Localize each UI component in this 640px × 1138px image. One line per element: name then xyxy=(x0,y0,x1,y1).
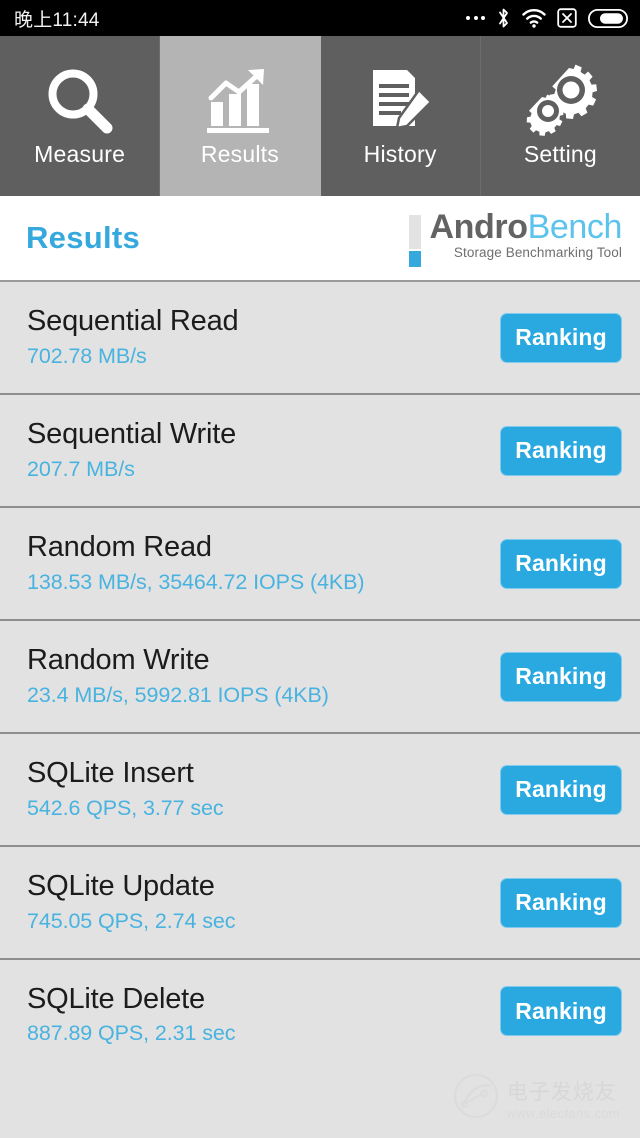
more-dots-icon xyxy=(466,16,485,20)
status-bar: 晚上11:44 xyxy=(0,0,640,36)
table-row[interactable]: SQLite Update 745.05 QPS, 2.74 sec Ranki… xyxy=(0,847,640,960)
ranking-button[interactable]: Ranking xyxy=(500,764,622,815)
main-tab-bar: Measure Results History Setting xyxy=(0,36,640,196)
app-screen: 晚上11:44 Measure Results History Setting … xyxy=(0,0,640,1138)
wifi-icon xyxy=(522,8,546,28)
table-row[interactable]: SQLite Delete 887.89 QPS, 2.31 sec Ranki… xyxy=(0,960,640,1071)
result-title: Random Read xyxy=(27,531,212,564)
ranking-button[interactable]: Ranking xyxy=(500,651,622,702)
result-title: SQLite Insert xyxy=(27,757,194,790)
logo-bar-icon xyxy=(408,214,421,267)
elecfans-logo-icon xyxy=(453,1073,499,1124)
result-value: 887.89 QPS, 2.31 sec xyxy=(27,1021,236,1046)
tab-results-label: Results xyxy=(200,141,279,167)
watermark-text: 电子发烧友 xyxy=(506,1080,617,1104)
ranking-button[interactable]: Ranking xyxy=(500,538,622,589)
result-title: Sequential Read xyxy=(27,305,239,338)
tab-measure[interactable]: Measure xyxy=(0,36,161,196)
ranking-button[interactable]: Ranking xyxy=(500,312,622,363)
page-title: Results xyxy=(26,220,141,255)
watermark-url: www.elecfans.com xyxy=(506,1107,620,1121)
bluetooth-icon xyxy=(496,7,511,29)
tab-history-label: History xyxy=(363,141,437,167)
result-title: SQLite Update xyxy=(27,870,215,903)
table-row[interactable]: Sequential Read 702.78 MB/s Ranking xyxy=(0,282,640,395)
result-value: 138.53 MB/s, 35464.72 IOPS (4KB) xyxy=(27,569,365,594)
gears-icon xyxy=(523,63,598,139)
result-value: 207.7 MB/s xyxy=(27,456,135,481)
table-row[interactable]: Sequential Write 207.7 MB/s Ranking xyxy=(0,395,640,508)
result-title: Sequential Write xyxy=(27,418,237,451)
table-row[interactable]: Random Read 138.53 MB/s, 35464.72 IOPS (… xyxy=(0,508,640,621)
tab-results[interactable]: Results xyxy=(160,36,321,196)
watermark: 电子发烧友 www.elecfans.com xyxy=(453,1073,620,1124)
page-header: Results AndroBench Storage Benchmarking … xyxy=(0,196,640,282)
result-title: Random Write xyxy=(27,644,210,677)
tab-setting[interactable]: Setting xyxy=(480,36,640,196)
no-sim-icon xyxy=(557,8,577,28)
results-list: Sequential Read 702.78 MB/s Ranking Sequ… xyxy=(0,282,640,1071)
androbench-logo: AndroBench Storage Benchmarking Tool xyxy=(408,207,623,267)
logo-name-second: Bench xyxy=(527,207,623,246)
ranking-button[interactable]: Ranking xyxy=(500,425,622,476)
table-row[interactable]: Random Write 23.4 MB/s, 5992.81 IOPS (4K… xyxy=(0,621,640,734)
battery-icon xyxy=(588,8,628,28)
ranking-button[interactable]: Ranking xyxy=(500,986,622,1036)
logo-tagline: Storage Benchmarking Tool xyxy=(453,245,622,261)
bar-chart-arrow-icon xyxy=(203,63,277,139)
document-pencil-icon xyxy=(363,63,437,139)
result-value: 542.6 QPS, 3.77 sec xyxy=(27,795,224,820)
status-icon-tray xyxy=(466,7,628,29)
result-value: 23.4 MB/s, 5992.81 IOPS (4KB) xyxy=(27,682,329,707)
tab-setting-label: Setting xyxy=(523,141,597,167)
ranking-button[interactable]: Ranking xyxy=(500,877,622,928)
result-value: 745.05 QPS, 2.74 sec xyxy=(27,908,236,933)
result-value: 702.78 MB/s xyxy=(27,343,147,368)
status-clock: 晚上11:44 xyxy=(14,9,100,31)
tab-history[interactable]: History xyxy=(320,36,481,196)
result-title: SQLite Delete xyxy=(27,983,205,1015)
magnifier-icon xyxy=(43,63,117,139)
logo-name-first: Andro xyxy=(429,207,528,246)
tab-measure-label: Measure xyxy=(34,141,126,167)
table-row[interactable]: SQLite Insert 542.6 QPS, 3.77 sec Rankin… xyxy=(0,734,640,847)
